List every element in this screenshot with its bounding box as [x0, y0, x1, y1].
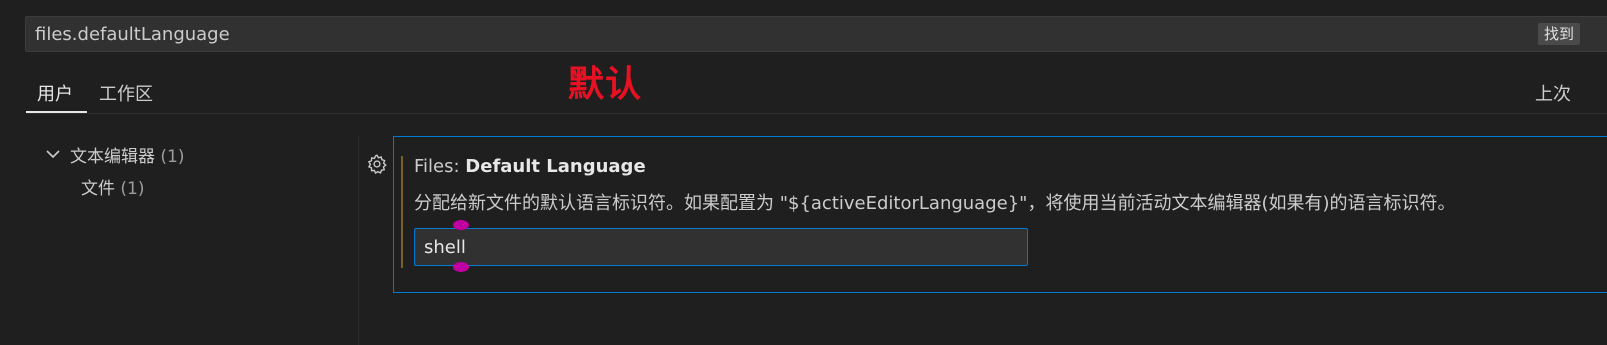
toc-item-label: 文本编辑器	[70, 147, 155, 167]
setting-input-value[interactable]: shell	[424, 237, 466, 258]
toc-item-files[interactable]: 文件 (1)	[81, 174, 145, 199]
gear-icon[interactable]	[366, 153, 388, 175]
toc-item-text-editor[interactable]: 文本编辑器 (1)	[70, 142, 185, 167]
toc-item-count: (1)	[160, 147, 185, 167]
chevron-down-icon[interactable]	[44, 145, 62, 163]
tab-user[interactable]: 用户	[37, 80, 73, 106]
setting-description: 分配给新文件的默认语言标识符。如果配置为 "${activeEditorLang…	[414, 193, 1456, 214]
search-input-value[interactable]: files.defaultLanguage	[35, 24, 230, 45]
toc-divider	[358, 136, 359, 345]
selection-handle-bottom[interactable]	[452, 261, 470, 273]
annotation-label: 默认	[568, 64, 643, 105]
setting-category: Files:	[414, 156, 466, 177]
setting-value-input[interactable]: shell	[414, 228, 1028, 266]
toc-item-count: (1)	[120, 179, 145, 199]
settings-search-input[interactable]: files.defaultLanguage 找到	[25, 16, 1607, 52]
tab-workspace[interactable]: 工作区	[99, 80, 153, 106]
setting-title: Files: Default Language	[414, 156, 646, 177]
search-results-badge: 找到	[1538, 23, 1581, 45]
modified-indicator	[401, 156, 403, 268]
toc-item-label: 文件	[81, 179, 115, 199]
selection-handle-top[interactable]	[452, 219, 470, 231]
settings-editor: files.defaultLanguage 找到 默认 用户 工作区 上次 文本…	[0, 0, 1607, 345]
setting-name: Default Language	[465, 156, 646, 177]
tabs-divider	[26, 113, 1607, 114]
last-synced-label: 上次	[1535, 84, 1571, 105]
